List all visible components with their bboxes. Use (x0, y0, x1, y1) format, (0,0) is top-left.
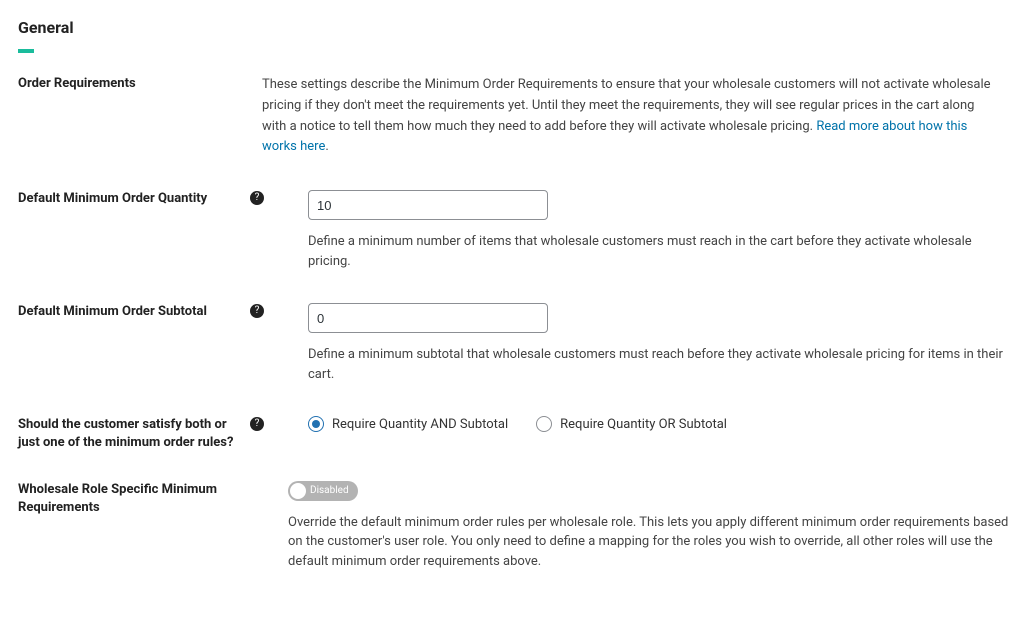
min-order-subtotal-input[interactable] (308, 303, 548, 333)
role-specific-label: Wholesale Role Specific Minimum Requirem… (18, 481, 244, 517)
satisfy-rule-label: Should the customer satisfy both or just… (18, 416, 242, 452)
min-order-qty-label: Default Minimum Order Quantity (18, 190, 207, 208)
radio-or-label: Require Quantity OR Subtotal (560, 417, 727, 432)
order-requirements-label: Order Requirements (18, 75, 244, 93)
min-order-subtotal-help: Define a minimum subtotal that wholesale… (308, 345, 1014, 384)
help-icon[interactable]: ? (250, 191, 264, 205)
radio-require-or[interactable]: Require Quantity OR Subtotal (536, 416, 727, 432)
section-order-requirements: Order Requirements These settings descri… (18, 75, 1014, 158)
min-order-qty-help: Define a minimum number of items that wh… (308, 232, 1014, 271)
satisfy-rule-radio-group: Require Quantity AND Subtotal Require Qu… (308, 416, 1014, 432)
accent-bar (18, 49, 34, 53)
page-title: General (18, 18, 1014, 37)
order-requirements-description: These settings describe the Minimum Orde… (262, 75, 1002, 158)
help-icon[interactable]: ? (250, 417, 264, 431)
toggle-state-text: Disabled (310, 486, 349, 496)
radio-icon (308, 416, 324, 432)
help-icon[interactable]: ? (250, 304, 264, 318)
toggle-knob-icon (290, 483, 306, 499)
section-min-order-subtotal: Default Minimum Order Subtotal ? Define … (18, 303, 1014, 384)
section-role-specific: Wholesale Role Specific Minimum Requirem… (18, 481, 1014, 572)
min-order-subtotal-label: Default Minimum Order Subtotal (18, 303, 207, 321)
radio-icon (536, 416, 552, 432)
radio-require-and[interactable]: Require Quantity AND Subtotal (308, 416, 508, 432)
role-specific-toggle[interactable]: Disabled (288, 481, 358, 501)
min-order-qty-input[interactable] (308, 190, 548, 220)
section-satisfy-rule: Should the customer satisfy both or just… (18, 416, 1014, 452)
section-min-order-qty: Default Minimum Order Quantity ? Define … (18, 190, 1014, 271)
role-specific-help: Override the default minimum order rules… (288, 513, 1014, 572)
radio-and-label: Require Quantity AND Subtotal (332, 417, 508, 432)
